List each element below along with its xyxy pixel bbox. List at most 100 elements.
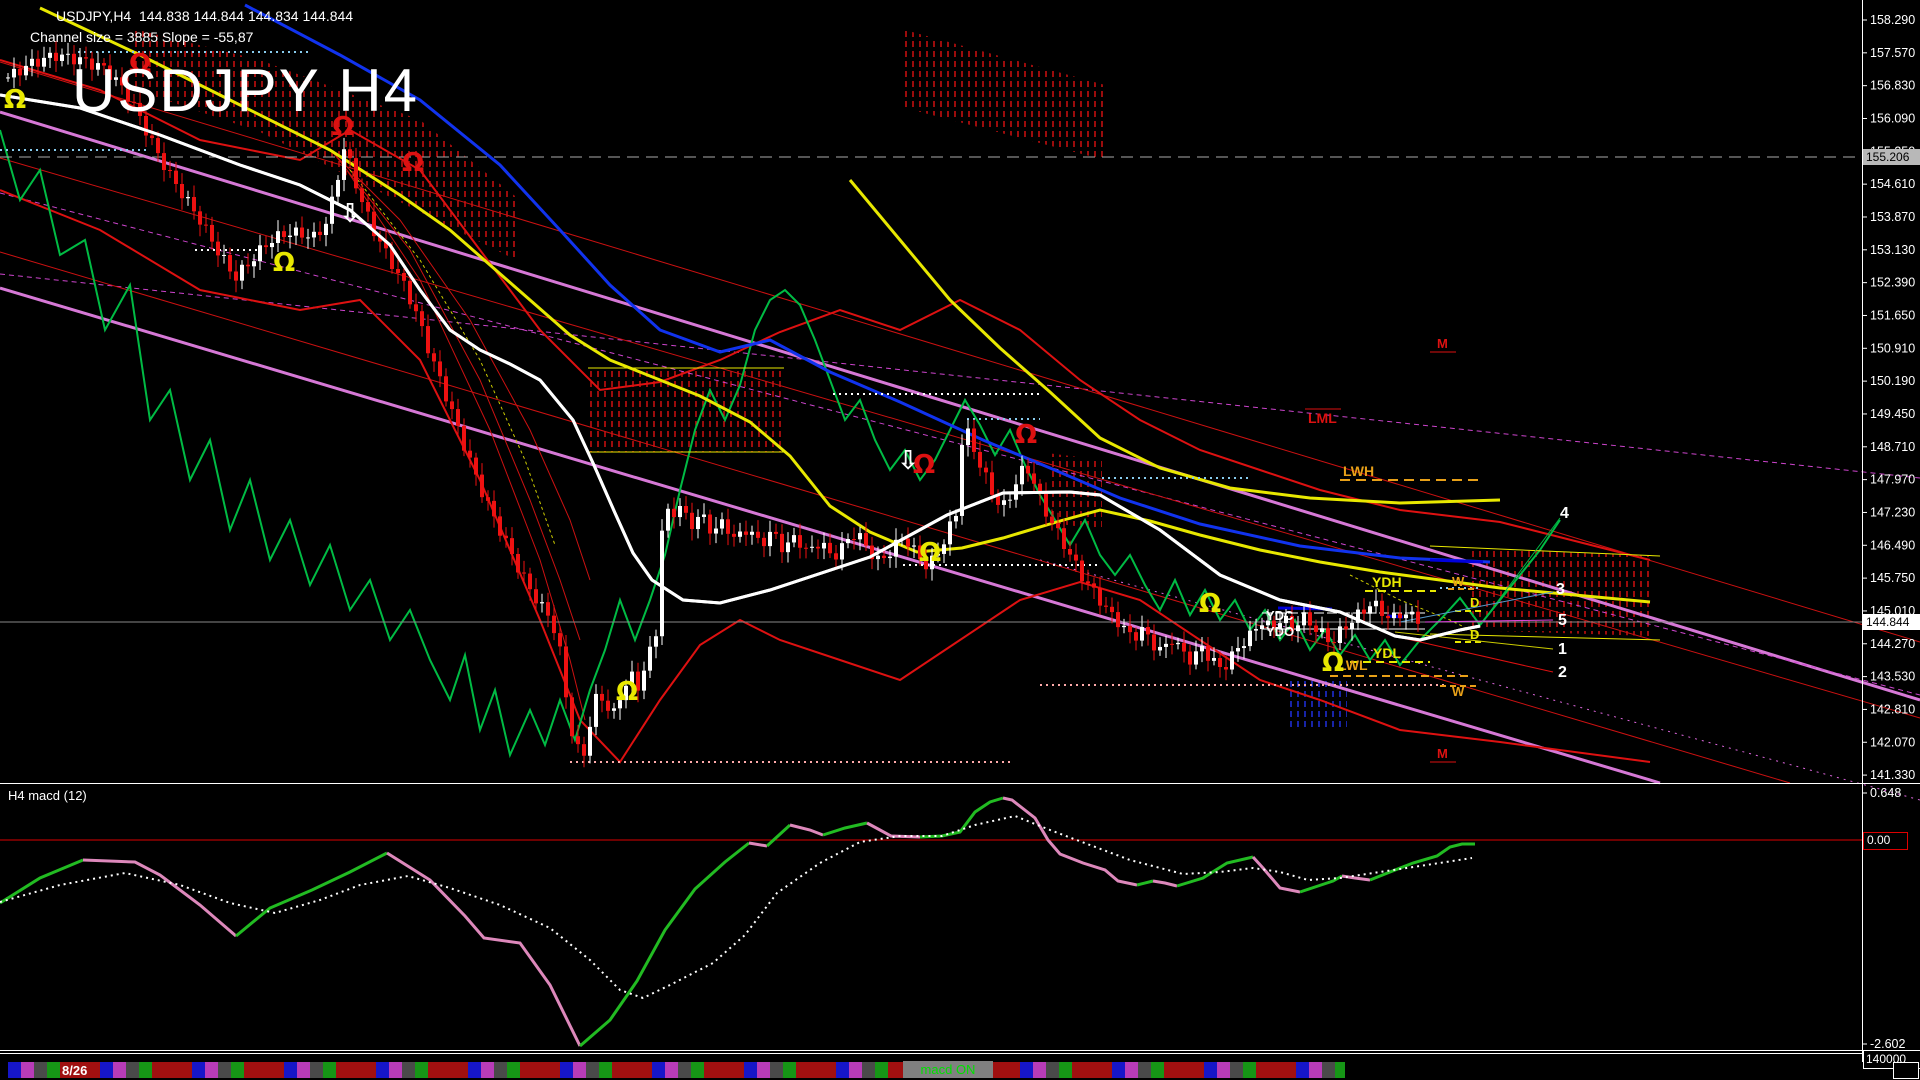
red-diag-3 (0, 252, 1790, 783)
signal-block (1138, 1062, 1151, 1078)
chart-label-lml: LML (1308, 410, 1337, 426)
signal-block (1164, 1062, 1204, 1078)
macd-main-segment (790, 825, 823, 835)
macd-tick-label: -2.602 (1870, 1037, 1905, 1051)
signal-block (1322, 1062, 1335, 1078)
macd-main-segment (823, 823, 867, 835)
yellow-ma-steep (850, 180, 1500, 503)
signal-block (1230, 1062, 1243, 1078)
signal-block (21, 1062, 34, 1078)
signal-block (126, 1062, 139, 1078)
price-tick-label: 141.330 (1870, 768, 1915, 782)
signal-block (678, 1062, 691, 1078)
signal-block (783, 1062, 796, 1078)
chart-label-w: W (1452, 684, 1465, 699)
price-tick-label: 142.810 (1870, 702, 1915, 716)
omega-signal-icon: Ω (4, 85, 26, 115)
price-tick-label: 153.870 (1870, 210, 1915, 224)
omega-signal-icon: Ω (402, 148, 424, 178)
signal-block (284, 1062, 297, 1078)
signal-block (297, 1062, 310, 1078)
macd-on-button[interactable]: macd ON (903, 1061, 993, 1078)
signal-block (389, 1062, 402, 1078)
signal-block (415, 1062, 428, 1078)
signal-block (862, 1062, 875, 1078)
bottom-separator-2 (0, 1053, 1920, 1054)
signal-block (113, 1062, 126, 1078)
macd-main-segment (83, 860, 236, 936)
violet-channel-upper (0, 112, 1920, 700)
chart-label-lwh: LWH (1343, 463, 1374, 479)
omega-signal-icon: Ω (273, 248, 295, 278)
signal-block (691, 1062, 704, 1078)
chart-label-m: M (1437, 746, 1448, 761)
signal-block (468, 1062, 481, 1078)
signal-block (100, 1062, 113, 1078)
price-tick-label: 153.130 (1870, 243, 1915, 257)
signal-strip[interactable] (8, 1062, 1345, 1078)
signal-strip-endbox (1893, 1062, 1919, 1079)
arrow-down-icon: ⇩ (897, 446, 919, 476)
signal-block (612, 1062, 652, 1078)
hatch-topright (905, 30, 1105, 160)
price-tick-label: 150.910 (1870, 341, 1915, 355)
signal-block (1112, 1062, 1125, 1078)
signal-block (520, 1062, 560, 1078)
signal-block (376, 1062, 389, 1078)
chart-label-1: 1 (1558, 641, 1567, 658)
signal-block (231, 1062, 244, 1078)
signal-block (1151, 1062, 1164, 1078)
chart-label-4: 4 (1560, 505, 1569, 522)
chart-canvas[interactable]: MLMLLWHYDHWDDYDCYDOYDLLWLWM43512ΩΩΩΩΩΩΩΩ… (0, 0, 1920, 1080)
chart-label-m: M (1437, 336, 1448, 351)
signal-block (1309, 1062, 1322, 1078)
macd-main-segment (920, 798, 1003, 837)
chart-label-2: 2 (1558, 664, 1567, 681)
macd-main-segment (1370, 844, 1475, 880)
chart-label-5: 5 (1558, 612, 1567, 629)
signal-block (1125, 1062, 1138, 1078)
macd-signal-line (0, 816, 1472, 998)
signal-block (1072, 1062, 1112, 1078)
price-tick-label: 149.450 (1870, 407, 1915, 421)
macd-main-segment (1137, 881, 1153, 885)
chart-label-ydc: YDC (1266, 608, 1294, 623)
macd-indicator-label: H4 macd (12) (8, 788, 87, 803)
omega-signal-icon: Ω (1199, 589, 1221, 619)
signal-block (323, 1062, 336, 1078)
signal-block (310, 1062, 323, 1078)
signal-block (139, 1062, 152, 1078)
signal-block (757, 1062, 770, 1078)
signal-block (875, 1062, 888, 1078)
signal-block (8, 1062, 21, 1078)
signal-block (205, 1062, 218, 1078)
macd-main-segment (867, 823, 920, 837)
omega-signal-icon: Ω (1322, 648, 1344, 678)
signal-block (192, 1062, 205, 1078)
price-tick-label: 148.710 (1870, 440, 1915, 454)
signal-block (47, 1062, 60, 1078)
signal-block (34, 1062, 47, 1078)
arrow-down-icon: ⇩ (339, 199, 361, 229)
price-tick-label: 147.230 (1870, 505, 1915, 519)
price-tick-label: 147.970 (1870, 473, 1915, 487)
signal-strip-date: 8/26 (62, 1063, 87, 1078)
signal-block (507, 1062, 520, 1078)
chart-label-w: W (1452, 574, 1465, 589)
signal-block (1335, 1062, 1345, 1078)
signal-block (573, 1062, 586, 1078)
chart-label-ydh: YDH (1372, 574, 1402, 590)
red-diag-2 (0, 158, 1920, 718)
chart-title-ohlc: USDJPY,H4 144.838 144.844 144.834 144.84… (56, 8, 353, 24)
signal-block (1033, 1062, 1046, 1078)
signal-block (1204, 1062, 1217, 1078)
signal-block (796, 1062, 836, 1078)
panel-separator[interactable] (0, 783, 1920, 784)
signal-block (244, 1062, 284, 1078)
signal-block (1256, 1062, 1296, 1078)
price-tick-label: 150.190 (1870, 374, 1915, 388)
trading-terminal: MLMLLWHYDHWDDYDCYDOYDLLWLWM43512ΩΩΩΩΩΩΩΩ… (0, 0, 1920, 1080)
price-tick-label: 158.290 (1870, 13, 1915, 27)
level-price-tag: 155.206 (1863, 149, 1920, 165)
signal-block (1046, 1062, 1059, 1078)
